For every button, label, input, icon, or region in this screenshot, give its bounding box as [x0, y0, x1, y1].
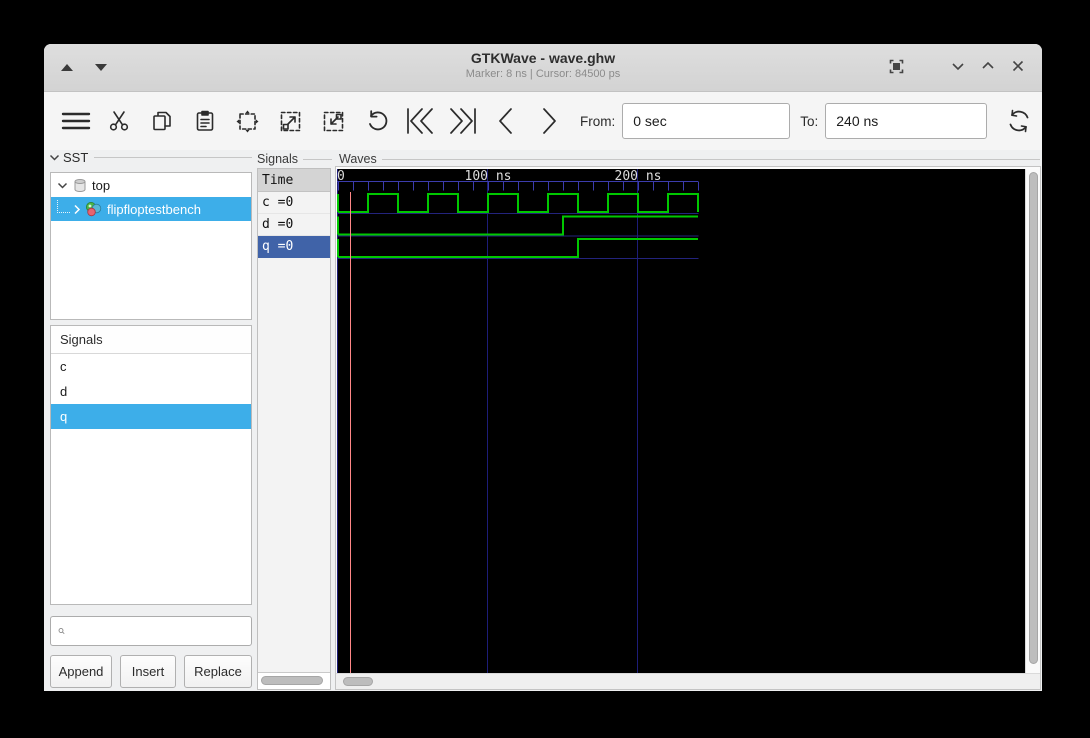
toolbar: From: To:	[44, 92, 1042, 150]
waveform-canvas[interactable]: 0 100 ns 200 ns	[337, 169, 1025, 673]
wave-signals-legend: Signals	[257, 152, 332, 166]
zoom-in-icon	[323, 111, 344, 131]
wave-names-column: Time c =0 d =0 q =0	[257, 168, 331, 690]
signal-item-d[interactable]: d	[51, 379, 251, 404]
zoom-fit-button[interactable]	[226, 100, 269, 142]
expander-down-icon	[49, 154, 60, 161]
to-input[interactable]	[825, 103, 988, 139]
signal-search[interactable]	[50, 616, 252, 646]
reload-icon	[1009, 109, 1029, 133]
main-content: SST top flipfloptestbench Signals c d q …	[44, 150, 1042, 691]
close-icon[interactable]	[1010, 58, 1026, 74]
waves-vscroll-thumb[interactable]	[1029, 172, 1038, 664]
menu-button[interactable]	[54, 100, 97, 142]
paste-button[interactable]	[183, 100, 226, 142]
zoom-fit-icon	[236, 110, 259, 132]
tree-elbow	[57, 199, 70, 213]
svg-text:100 ns: 100 ns	[465, 169, 512, 184]
search-input[interactable]	[71, 618, 251, 644]
waves-hscrollbar[interactable]	[336, 673, 1040, 689]
tree-item-label: top	[92, 177, 111, 193]
waves-hscroll-thumb[interactable]	[343, 677, 373, 686]
waves-panel: 0 100 ns 200 ns	[335, 166, 1041, 690]
gtkwave-window: GTKWave - wave.ghw Marker: 8 ns | Cursor…	[44, 44, 1042, 691]
signal-item-c[interactable]: c	[51, 354, 251, 379]
append-button[interactable]: Append	[50, 655, 112, 688]
maximize-icon[interactable]	[980, 58, 996, 74]
zoom-in-button[interactable]	[312, 100, 355, 142]
skip-to-end-button[interactable]	[441, 100, 484, 142]
insert-button[interactable]: Insert	[120, 655, 176, 688]
skip-to-start-button[interactable]	[398, 100, 441, 142]
tree-item-top[interactable]: top	[51, 173, 251, 197]
signal-item-q[interactable]: q	[51, 404, 251, 429]
sst-tree: top flipfloptestbench	[50, 172, 252, 320]
expander-right-icon[interactable]	[72, 204, 82, 215]
replace-button[interactable]: Replace	[184, 655, 252, 688]
hamburger-menu-icon	[61, 112, 90, 130]
copy-icon	[152, 111, 171, 131]
copy-button[interactable]	[140, 100, 183, 142]
search-icon	[58, 628, 65, 635]
undo-icon	[368, 110, 387, 131]
wave-name-d[interactable]: d =0	[258, 214, 330, 236]
skip-to-end-icon	[449, 108, 476, 134]
zoom-out-button[interactable]	[269, 100, 312, 142]
paste-clipboard-icon	[196, 110, 213, 131]
scope-cylinder-icon	[74, 178, 86, 192]
names-hscrollbar[interactable]	[258, 672, 330, 689]
chevron-left-icon	[498, 108, 512, 134]
zoom-out-icon	[280, 111, 301, 131]
step-left-button[interactable]	[484, 100, 527, 142]
signals-list-header: Signals	[51, 326, 251, 354]
step-right-button[interactable]	[527, 100, 570, 142]
cut-button[interactable]	[97, 100, 140, 142]
action-buttons: Append Insert Replace	[50, 655, 252, 688]
minimize-icon[interactable]	[950, 58, 966, 74]
waves-legend: Waves	[339, 152, 1040, 166]
waves-vscrollbar[interactable]	[1025, 169, 1040, 673]
svg-text:200 ns: 200 ns	[615, 169, 662, 184]
chevron-right-icon	[542, 108, 556, 134]
from-label: From:	[580, 113, 616, 129]
time-header: Time	[258, 169, 330, 192]
to-label: To:	[800, 113, 819, 129]
wave-name-q[interactable]: q =0	[258, 236, 330, 258]
module-icon	[86, 202, 102, 217]
sst-header[interactable]: SST	[49, 150, 252, 165]
svg-text:0: 0	[337, 169, 345, 184]
wave-name-c[interactable]: c =0	[258, 192, 330, 214]
signals-list-panel: Signals c d q	[50, 325, 252, 605]
tree-item-label: flipfloptestbench	[107, 201, 201, 217]
keep-above-icon[interactable]	[888, 58, 904, 74]
names-hscroll-thumb[interactable]	[261, 676, 323, 685]
tree-item-flipfloptestbench[interactable]: flipfloptestbench	[51, 197, 251, 221]
expander-down-icon[interactable]	[57, 180, 68, 191]
skip-to-start-icon	[406, 108, 433, 134]
titlebar: GTKWave - wave.ghw Marker: 8 ns | Cursor…	[44, 44, 1042, 92]
cut-scissors-icon	[109, 111, 128, 131]
reload-button[interactable]	[997, 100, 1040, 142]
sst-label: SST	[63, 150, 89, 165]
undo-button[interactable]	[355, 100, 398, 142]
from-input[interactable]	[622, 103, 791, 139]
